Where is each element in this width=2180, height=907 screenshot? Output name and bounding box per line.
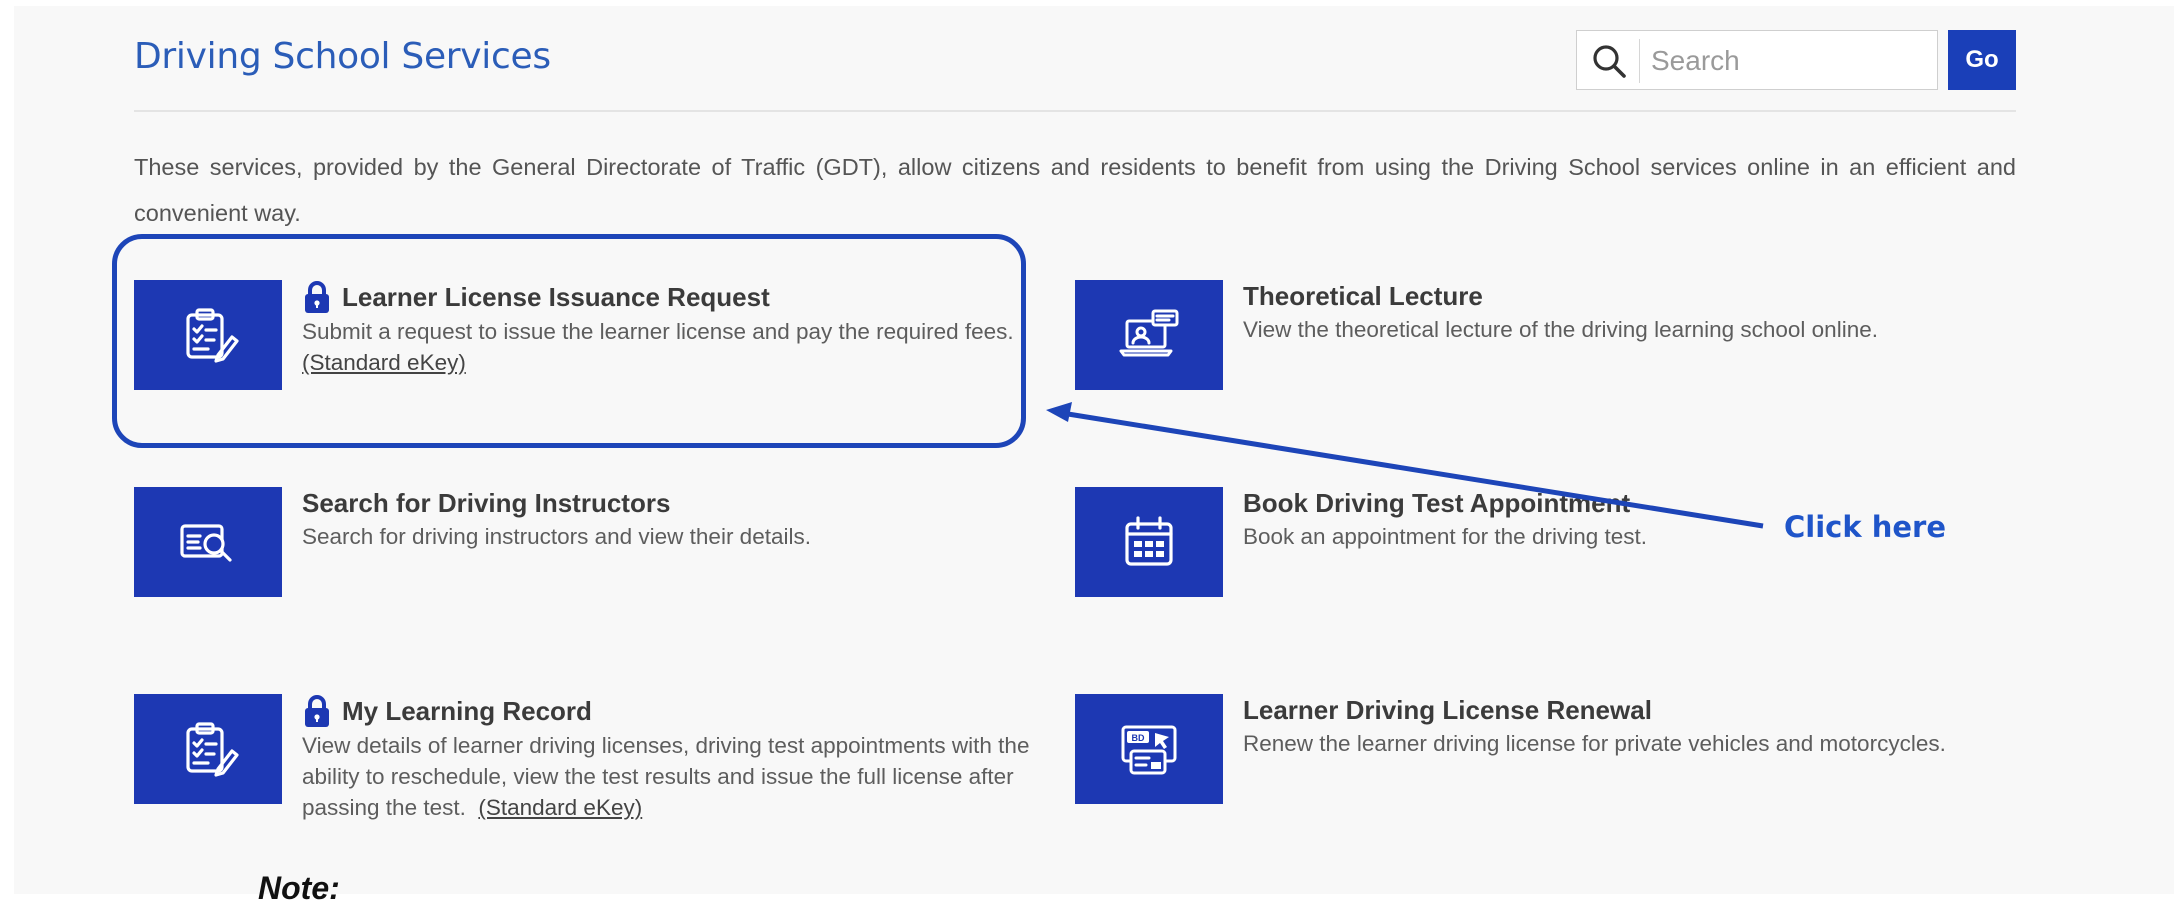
note-label: Note: [258,870,340,906]
pointer-arrow [1046,402,1764,529]
click-here-callout: Click here [1784,510,1947,544]
